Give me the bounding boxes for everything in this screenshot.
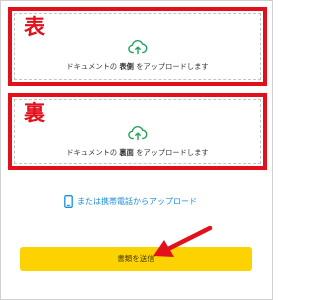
upload-text-suffix: をアップロードします xyxy=(133,148,209,157)
upload-front-zone[interactable]: 表 ドキュメントの 表側 をアップロードします xyxy=(8,7,267,86)
mobile-phone-icon xyxy=(64,194,73,208)
phone-upload-link[interactable]: または携帯電話からアップロード xyxy=(64,194,197,208)
back-side-annotation: 裏 xyxy=(24,101,45,125)
phone-upload-label: または携帯電話からアップロード xyxy=(77,196,197,206)
cloud-upload-icon xyxy=(127,126,147,141)
red-arrow-annotation xyxy=(153,225,213,257)
upload-text-prefix: ドキュメントの xyxy=(66,148,120,157)
upload-side-back: 裏面 xyxy=(119,148,134,157)
upload-text-suffix: をアップロードします xyxy=(133,62,209,71)
cloud-upload-icon xyxy=(127,40,147,55)
front-side-annotation: 表 xyxy=(24,15,45,39)
upload-text-prefix: ドキュメントの xyxy=(66,62,120,71)
upload-front-instructions: ドキュメントの 表側 をアップロードします xyxy=(12,62,263,72)
upload-back-zone[interactable]: 裏 ドキュメントの 裏面 をアップロードします xyxy=(8,93,267,170)
submit-documents-button[interactable]: 書類を送信 xyxy=(20,247,252,271)
upload-side-front: 表側 xyxy=(119,62,134,71)
upload-back-instructions: ドキュメントの 裏面 をアップロードします xyxy=(12,148,263,158)
